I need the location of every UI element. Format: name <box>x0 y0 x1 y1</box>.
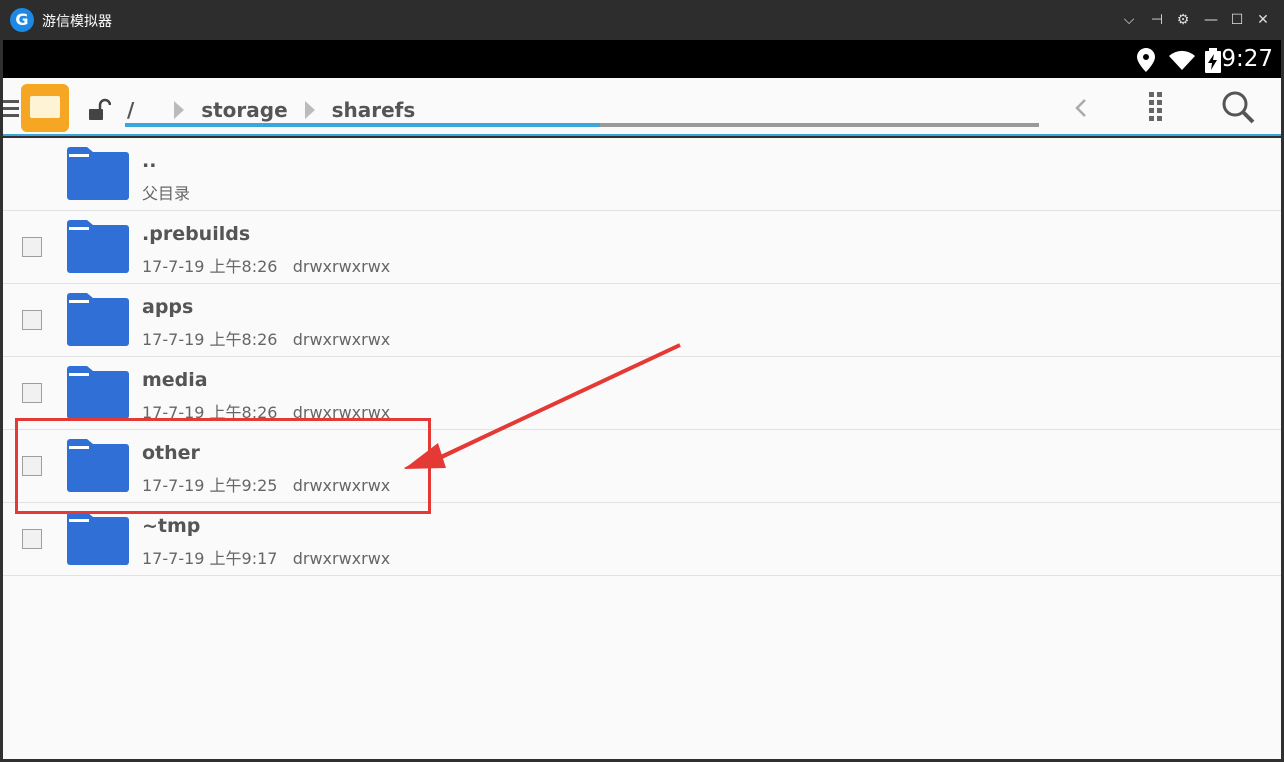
select-checkbox[interactable] <box>22 383 42 403</box>
folder-icon <box>67 147 129 200</box>
breadcrumb-separator-icon <box>304 100 315 119</box>
menu-icon[interactable] <box>3 100 19 118</box>
emulator-logo-icon: G <box>10 8 34 32</box>
file-manager-toolbar: / storage sharefs <box>3 78 1281 136</box>
breadcrumb-separator-icon <box>174 100 185 119</box>
file-meta: 17-7-19 上午8:26 drwxrwxrwx <box>142 257 391 276</box>
status-clock: 9:27 <box>1221 46 1273 72</box>
file-meta: 17-7-19 上午9:17 drwxrwxrwx <box>142 549 391 568</box>
file-name: media <box>142 369 208 391</box>
folder-icon <box>67 293 129 346</box>
emulator-window: G 游信模拟器 ⌵ ⊣ ⚙ — ☐ ✕ 9:27 / storage share… <box>0 0 1284 762</box>
breadcrumb-storage[interactable]: storage <box>201 98 287 122</box>
pin-icon[interactable]: ⊣ <box>1146 8 1168 32</box>
file-meta: 17-7-19 上午8:26 drwxrwxrwx <box>142 330 391 349</box>
list-item-media[interactable]: media 17-7-19 上午8:26 drwxrwxrwx <box>3 357 1281 430</box>
search-icon[interactable] <box>1219 90 1259 126</box>
folder-icon <box>67 512 129 565</box>
wifi-icon <box>1169 50 1195 70</box>
unlock-icon[interactable] <box>87 98 111 122</box>
select-checkbox[interactable] <box>22 310 42 330</box>
file-manager-app-icon[interactable] <box>21 84 69 132</box>
collapse-icon[interactable]: ⌵ <box>1118 8 1140 32</box>
minimize-button[interactable]: — <box>1200 8 1222 32</box>
folder-icon <box>67 366 129 419</box>
file-name: other <box>142 442 200 464</box>
window-title: 游信模拟器 <box>42 14 112 30</box>
path-scroll-indicator <box>125 123 601 127</box>
list-item-other[interactable]: other 17-7-19 上午9:25 drwxrwxrwx <box>3 430 1281 503</box>
close-button[interactable]: ✕ <box>1252 8 1274 32</box>
list-item-apps[interactable]: apps 17-7-19 上午8:26 drwxrwxrwx <box>3 284 1281 357</box>
file-name: apps <box>142 296 194 318</box>
list-item-parent-directory[interactable]: .. 父目录 <box>3 138 1281 211</box>
file-name: .prebuilds <box>142 223 251 245</box>
battery-charging-icon <box>1205 48 1221 73</box>
maximize-button[interactable]: ☐ <box>1226 8 1248 32</box>
path-scroll-track[interactable] <box>125 123 1039 127</box>
list-item-tmp[interactable]: ~tmp 17-7-19 上午9:17 drwxrwxrwx <box>3 503 1281 576</box>
android-status-bar: 9:27 <box>3 40 1281 78</box>
select-checkbox[interactable] <box>22 529 42 549</box>
select-checkbox[interactable] <box>22 456 42 476</box>
emulator-title-bar: G 游信模拟器 ⌵ ⊣ ⚙ — ☐ ✕ <box>0 0 1284 40</box>
breadcrumb-sharefs[interactable]: sharefs <box>332 98 416 122</box>
folder-icon <box>67 439 129 492</box>
location-icon <box>1137 48 1155 72</box>
file-name: ~tmp <box>142 515 201 537</box>
file-meta: 父目录 <box>142 184 191 203</box>
breadcrumb-root[interactable]: / <box>127 98 134 122</box>
file-name: .. <box>142 150 157 172</box>
breadcrumb: / storage sharefs <box>127 96 415 126</box>
file-list: .. 父目录 .prebuilds 17-7-19 上午8:26 drwxrwx… <box>3 138 1281 759</box>
settings-icon[interactable]: ⚙ <box>1172 8 1194 32</box>
file-meta: 17-7-19 上午9:25 drwxrwxrwx <box>142 476 391 495</box>
back-chevron-icon[interactable] <box>1061 90 1101 126</box>
file-meta: 17-7-19 上午8:26 drwxrwxrwx <box>142 403 391 422</box>
folder-icon <box>67 220 129 273</box>
list-item-prebuilds[interactable]: .prebuilds 17-7-19 上午8:26 drwxrwxrwx <box>3 211 1281 284</box>
grid-view-icon[interactable] <box>1136 90 1176 126</box>
select-checkbox[interactable] <box>22 237 42 257</box>
